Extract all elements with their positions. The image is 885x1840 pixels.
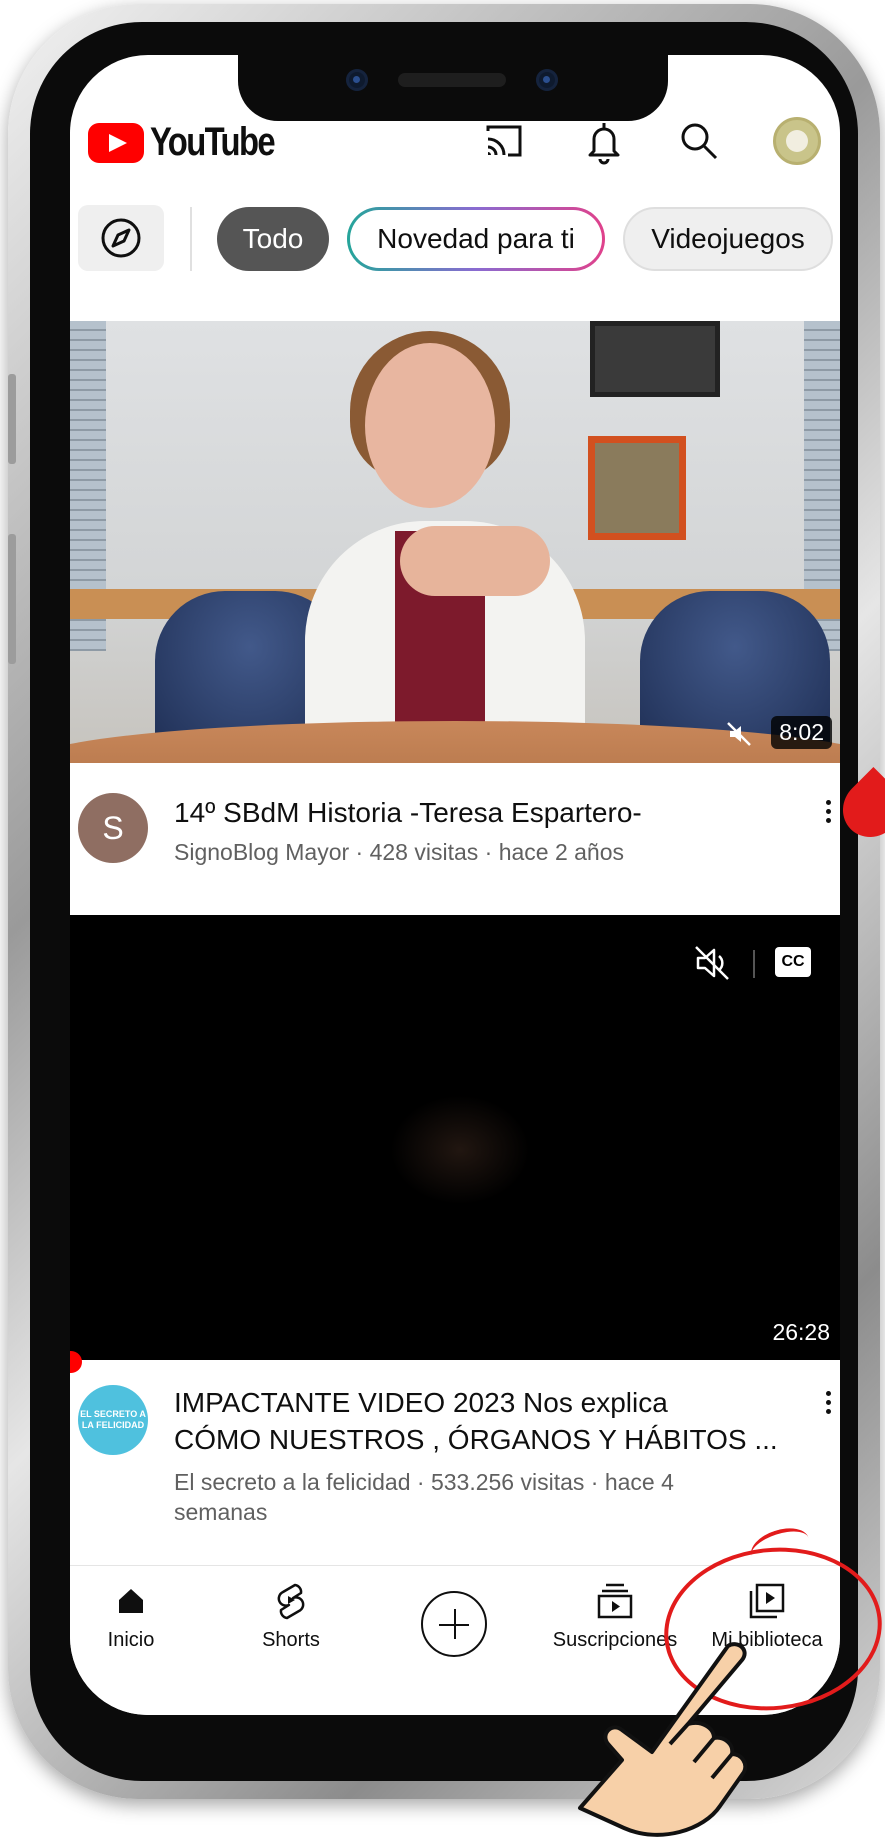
phone-screen: YouTube Todo Novedad para ti Videojuegos…	[70, 55, 840, 1715]
video-player[interactable]: CC 26:28	[70, 915, 840, 1360]
presenter-hands	[400, 526, 550, 596]
video-meta: SignoBlog Mayor · 428 visitas · hace 2 a…	[174, 839, 625, 865]
video-duration: 8:02	[771, 716, 832, 749]
youtube-play-icon	[88, 122, 144, 163]
explore-button[interactable]	[78, 205, 164, 271]
control-separator	[753, 950, 755, 978]
side-button	[8, 374, 16, 464]
camera-icon	[536, 69, 558, 91]
speaker-grille	[398, 73, 506, 87]
nav-shorts-label: Shorts	[262, 1629, 320, 1651]
logo-text: YouTube	[150, 120, 276, 164]
home-icon	[119, 1589, 143, 1613]
chip-novedad[interactable]: Novedad para ti	[347, 207, 605, 271]
shorts-icon	[277, 1583, 305, 1620]
more-options-icon[interactable]	[826, 800, 834, 827]
presenter-face	[365, 343, 495, 508]
nav-shorts[interactable]: Shorts	[216, 1579, 366, 1652]
subscriptions-icon	[597, 1583, 633, 1619]
muted-icon	[727, 722, 751, 746]
video-title[interactable]: CÓMO NUESTROS , ÓRGANOS Y HÁBITOS ...	[174, 1422, 778, 1458]
wall-photo	[590, 321, 720, 397]
chip-divider	[190, 207, 192, 271]
cast-icon[interactable]	[480, 117, 528, 165]
bell-icon[interactable]	[580, 117, 628, 165]
video-frame-glow	[390, 1095, 530, 1205]
video-thumbnail[interactable]: 8:02	[70, 321, 840, 763]
chip-todo[interactable]: Todo	[217, 207, 329, 271]
youtube-logo[interactable]: YouTube	[88, 120, 301, 165]
video-title[interactable]: 14º SBdM Historia -Teresa Espartero-	[174, 795, 642, 831]
video-duration: 26:28	[772, 1319, 830, 1345]
channel-avatar[interactable]: EL SECRETO A LA FELICIDAD	[78, 1385, 148, 1455]
video-title[interactable]: IMPACTANTE VIDEO 2023 Nos explica	[174, 1385, 668, 1421]
video-meta: semanas	[174, 1499, 268, 1525]
camera-icon	[346, 69, 368, 91]
side-button	[8, 534, 16, 664]
nav-home[interactable]: Inicio	[70, 1579, 206, 1652]
video-meta: El secreto a la felicidad · 533.256 visi…	[174, 1469, 674, 1495]
chip-videojuegos[interactable]: Videojuegos	[623, 207, 833, 271]
captions-button[interactable]: CC	[775, 947, 811, 977]
mute-icon[interactable]	[692, 943, 732, 983]
compass-icon	[101, 218, 141, 258]
channel-avatar[interactable]: S	[78, 793, 148, 863]
more-options-icon[interactable]	[826, 1391, 834, 1418]
account-avatar[interactable]	[773, 117, 821, 165]
pointing-hand-icon	[578, 1642, 748, 1837]
search-icon[interactable]	[675, 117, 723, 165]
wall-photo	[588, 436, 686, 540]
phone-notch	[238, 55, 668, 121]
create-button[interactable]	[421, 1591, 487, 1657]
nav-home-label: Inicio	[107, 1629, 155, 1651]
